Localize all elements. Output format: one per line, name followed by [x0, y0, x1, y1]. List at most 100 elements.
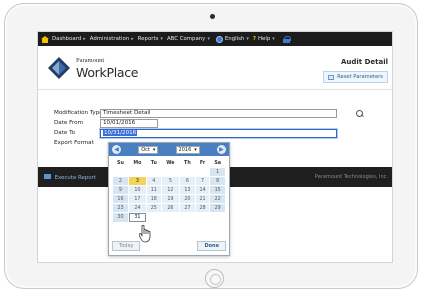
calendar-empty-cell	[180, 213, 195, 222]
top-navigation: Dashboard ▸ Administration ▸ Reports ▾ A…	[38, 32, 392, 46]
year-select[interactable]: 2016 ▾	[175, 145, 200, 154]
calendar-week-row: 30 31	[113, 213, 225, 222]
execute-icon	[44, 173, 51, 179]
nav-dashboard[interactable]: Dashboard	[52, 36, 81, 42]
today-button[interactable]: Today	[112, 241, 141, 251]
weekday-header: Su	[117, 160, 124, 166]
calendar-day[interactable]: 10	[128, 186, 146, 194]
calendar-day[interactable]: 21	[195, 195, 210, 203]
calendar-day[interactable]: 19	[161, 195, 180, 203]
nav-language[interactable]: English	[225, 36, 244, 42]
prev-month-icon[interactable]: ◀	[112, 145, 121, 154]
calendar-week-row: 23 24 25 26 27 28 29	[113, 204, 225, 212]
calendar-empty-cell	[147, 213, 161, 222]
calendar-week-row: 1	[113, 168, 225, 176]
calendar-day[interactable]: 14	[195, 186, 210, 194]
nav-arrow-icon: ▸	[83, 36, 86, 42]
calendar-day[interactable]: 26	[161, 204, 180, 212]
help-icon: ?	[252, 36, 256, 42]
next-month-icon[interactable]: ▶	[216, 145, 226, 154]
calendar-day[interactable]: 9	[113, 186, 128, 194]
modification-type-label: Modification Type	[54, 110, 103, 116]
calendar-week-row: 9 10 11 12 13 14 15	[113, 186, 225, 194]
calendar-day[interactable]: 24	[128, 204, 146, 212]
date-to-value: 10/31/2016	[103, 129, 138, 136]
chevron-down-icon: ▾	[246, 36, 249, 42]
calendar-day[interactable]: 31	[128, 213, 146, 222]
calendar-day[interactable]: 11	[146, 186, 161, 194]
app-header: Paramount WorkPlace Audit Detail Reset P…	[38, 46, 392, 90]
home-button[interactable]	[205, 269, 224, 288]
calendar-day[interactable]: 20	[180, 195, 195, 203]
chevron-down-icon: ▾	[152, 146, 156, 153]
date-to-field[interactable]: 10/31/2016	[100, 128, 337, 138]
done-button[interactable]: Done	[197, 241, 226, 251]
export-format-label: Export Format	[54, 140, 94, 146]
calendar-day[interactable]: 18	[146, 195, 161, 203]
home-icon[interactable]	[41, 35, 49, 43]
calendar-day[interactable]: 28	[195, 204, 210, 212]
chevron-down-icon: ▾	[272, 36, 275, 42]
calendar-day[interactable]: 3	[128, 177, 146, 185]
weekday-header: Sa	[214, 160, 222, 166]
calendar-day[interactable]: 17	[128, 195, 146, 203]
calendar-empty-cell	[162, 213, 179, 222]
calendar-empty-cell	[196, 213, 210, 222]
page-title: Audit Detail	[340, 58, 388, 66]
calendar-empty-cell	[113, 168, 128, 176]
calendar-day[interactable]: 29	[210, 204, 225, 212]
chevron-down-icon: ▾	[160, 36, 163, 42]
reset-parameters-label: Reset Parameters	[337, 74, 383, 80]
calendar-day[interactable]: 16	[113, 195, 128, 203]
form-row-date-from: Date From 10/01/2016	[54, 118, 384, 128]
search-icon[interactable]	[356, 110, 364, 118]
weekday-header: Tu	[150, 160, 157, 166]
chevron-down-icon: ▾	[207, 36, 210, 42]
calendar-day[interactable]: 22	[210, 195, 225, 203]
calendar-day[interactable]: 15	[210, 186, 225, 194]
nav-company[interactable]: ABC Company	[167, 36, 205, 42]
nav-administration[interactable]: Administration	[90, 36, 129, 42]
reset-parameters-button[interactable]: Reset Parameters	[323, 71, 388, 83]
calendar-day[interactable]: 1	[210, 168, 225, 176]
month-value: Oct	[141, 146, 150, 153]
paramount-logo-icon	[48, 57, 70, 79]
nav-help[interactable]: Help	[258, 36, 270, 42]
month-select[interactable]: Oct ▾	[138, 145, 159, 154]
execute-report-button[interactable]: Execute Report	[44, 173, 96, 181]
date-picker-popup: ◀ Oct ▾ 2016 ▾ ▶ Su Mo Tu We Th Fr Sa 1234567891…	[108, 142, 230, 256]
calendar-week-row: 16 17 18 19 20 21 22	[113, 195, 225, 203]
nav-reports[interactable]: Reports	[138, 36, 159, 42]
execute-report-label: Execute Report	[54, 174, 96, 181]
calendar-day[interactable]: 27	[180, 204, 195, 212]
date-to-label: Date To	[54, 130, 76, 136]
calendar-day[interactable]: 4	[146, 177, 161, 185]
hand-cursor-icon	[139, 225, 151, 243]
calendar-day[interactable]: 25	[146, 204, 161, 212]
calendar-header: ◀ Oct ▾ 2016 ▾ ▶	[109, 143, 229, 156]
weekday-header: We	[166, 160, 175, 166]
chevron-down-icon: ▾	[194, 146, 197, 153]
footer-company-text: Paramount Technologies, Inc.	[314, 174, 388, 180]
weekday-header: Fr	[199, 160, 206, 166]
calendar-day[interactable]: 6	[180, 177, 195, 185]
calendar-grid: Su Mo Tu We Th Fr Sa 1 2 3 4 5 6 7 8 9 10 11 12 13 14 15 16 17…	[109, 156, 229, 223]
lock-icon[interactable]	[282, 35, 291, 43]
modification-type-field[interactable]: Timesheet Detail	[100, 108, 337, 118]
calendar-day[interactable]: 2	[113, 177, 128, 185]
calendar-day[interactable]: 23	[113, 204, 128, 212]
date-from-label: Date From	[54, 120, 84, 126]
year-value: 2016	[178, 146, 192, 153]
calendar-day[interactable]: 30	[113, 213, 128, 222]
calendar-day[interactable]: 13	[180, 186, 195, 194]
calendar-week-row: 2345678	[113, 177, 225, 185]
form-row-date-to: Date To 10/31/2016	[54, 128, 384, 138]
calendar-day[interactable]: 7	[195, 177, 210, 185]
calendar-day[interactable]: 5	[161, 177, 180, 185]
reset-icon	[328, 74, 335, 80]
calendar-day[interactable]: 8	[210, 177, 225, 185]
camera-dot	[210, 14, 215, 19]
date-from-field[interactable]: 10/01/2016	[100, 118, 158, 128]
calendar-day[interactable]: 12	[161, 186, 180, 194]
calendar-empty-cell	[147, 168, 161, 176]
